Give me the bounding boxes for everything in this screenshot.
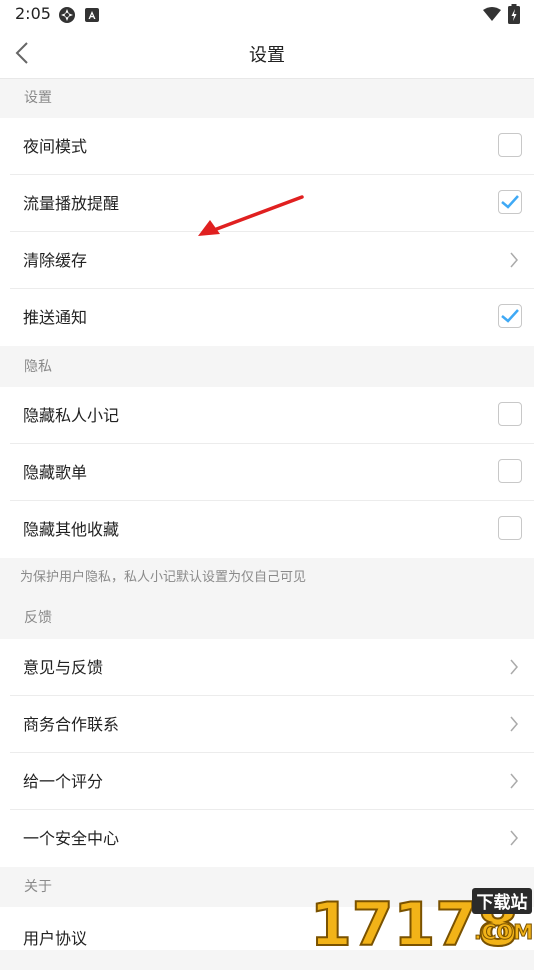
hide-private-notes-checkbox[interactable]	[498, 402, 522, 426]
status-bar: 2:05	[0, 0, 534, 28]
annotation-arrow	[198, 195, 304, 236]
notification-icon	[85, 8, 99, 22]
night-mode-checkbox[interactable]	[498, 133, 522, 157]
setting-rate[interactable]: 给一个评分	[0, 753, 534, 810]
setting-label: 夜间模式	[23, 137, 88, 156]
push-notification-checkbox[interactable]	[498, 304, 522, 328]
wifi-icon	[483, 7, 501, 21]
section-header-privacy: 隐私	[24, 359, 52, 375]
chevron-right-icon	[510, 659, 518, 675]
setting-hide-private-notes[interactable]: 隐藏私人小记	[0, 387, 534, 444]
page-title: 设置	[249, 45, 285, 66]
watermark-domain: .COM	[474, 920, 533, 944]
setting-label: 商务合作联系	[23, 715, 120, 734]
chevron-right-icon	[510, 716, 518, 732]
setting-label: 意见与反馈	[23, 658, 104, 677]
section-header-feedback: 反馈	[24, 610, 52, 626]
setting-push-notification[interactable]: 推送通知	[0, 289, 534, 346]
chevron-right-icon	[510, 252, 518, 268]
setting-label: 推送通知	[23, 308, 88, 327]
setting-clear-cache[interactable]: 清除缓存	[0, 232, 534, 289]
status-time: 2:05	[15, 4, 51, 23]
setting-night-mode[interactable]: 夜间模式	[0, 118, 534, 175]
section-header-settings: 设置	[24, 90, 52, 106]
checkmark-icon	[501, 309, 519, 323]
setting-label: 流量播放提醒	[23, 194, 120, 213]
top-bar: 设置	[0, 28, 534, 79]
setting-label: 给一个评分	[23, 772, 104, 791]
setting-label: 隐藏其他收藏	[23, 520, 120, 539]
chevron-right-icon	[510, 830, 518, 846]
battery-icon	[508, 4, 520, 24]
setting-business-contact[interactable]: 商务合作联系	[0, 696, 534, 753]
hide-other-favorites-checkbox[interactable]	[498, 516, 522, 540]
setting-label: 清除缓存	[23, 251, 88, 270]
data-reminder-checkbox[interactable]	[498, 190, 522, 214]
watermark-badge: 下载站	[477, 892, 528, 913]
setting-label: 隐藏私人小记	[23, 406, 120, 425]
setting-security-center[interactable]: 一个安全中心	[0, 810, 534, 867]
setting-label: 用户协议	[23, 929, 88, 948]
setting-label: 隐藏歌单	[23, 463, 88, 482]
privacy-note: 为保护用户隐私，私人小记默认设置为仅自己可见	[20, 570, 307, 585]
app-icon	[59, 7, 75, 23]
checkmark-icon	[501, 195, 519, 209]
watermark-logo: 17178 下载站 .COM	[310, 888, 534, 950]
setting-hide-other-favorites[interactable]: 隐藏其他收藏	[0, 501, 534, 558]
setting-hide-playlists[interactable]: 隐藏歌单	[0, 444, 534, 501]
hide-playlists-checkbox[interactable]	[498, 459, 522, 483]
setting-feedback[interactable]: 意见与反馈	[0, 639, 534, 696]
setting-label: 一个安全中心	[23, 829, 120, 848]
chevron-right-icon	[510, 773, 518, 789]
